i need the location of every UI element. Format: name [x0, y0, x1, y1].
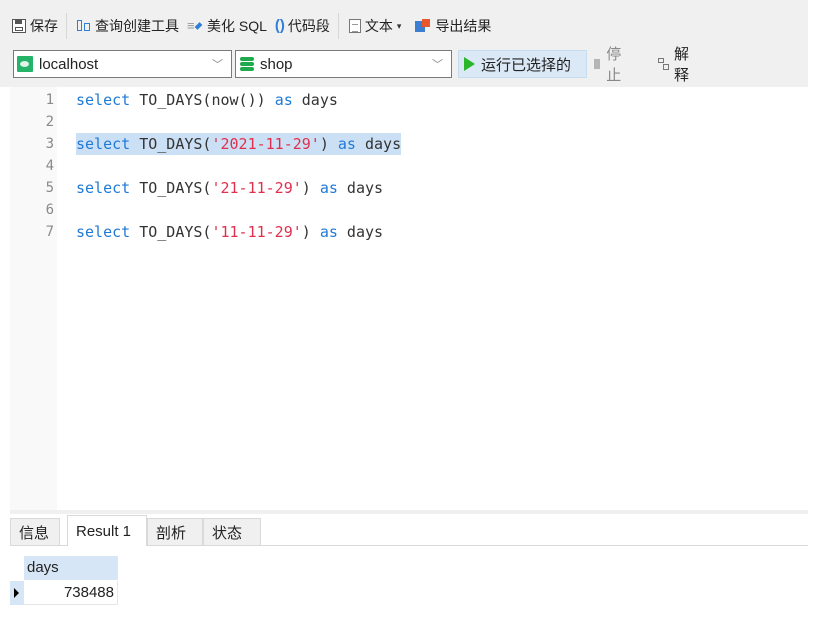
sql-text: TO_DAYS(: [130, 223, 212, 241]
line-number: 3: [45, 136, 54, 152]
code-text: select TO_DAYS('11-11-29') as days: [76, 221, 383, 243]
line-number: 5: [45, 180, 54, 196]
beautify-sql-label: 美化 SQL: [207, 18, 267, 34]
code-snippet-label: 代码段: [287, 18, 330, 34]
sql-text: TO_DAYS(: [130, 179, 212, 197]
mysql-connection-icon: [17, 56, 33, 72]
code-text: select TO_DAYS('21-11-29') as days: [76, 177, 383, 199]
code-line[interactable]: 7 select TO_DAYS('11-11-29') as days: [0, 221, 808, 243]
run-selected-label: 运行已选择的: [481, 56, 572, 74]
toolbar: 保存 查询创建工具 ≡ 美化 SQL () 代码段 文本 ▾ 导出结果 loca…: [0, 0, 808, 87]
sql-text: ): [301, 179, 320, 197]
query-builder-button[interactable]: 查询创建工具: [73, 15, 183, 37]
tab-label: Result 1: [76, 522, 132, 540]
line-number: 7: [45, 224, 54, 240]
database-icon: [240, 56, 254, 72]
explain-label: 解释: [674, 46, 690, 84]
sql-string: '21-11-29': [211, 179, 302, 197]
results-tabs: 信息 Result 1 剖析 状态: [10, 515, 808, 546]
save-label: 保存: [30, 18, 58, 34]
sql-keyword: select: [76, 179, 131, 197]
code-line[interactable]: 3 select TO_DAYS('2021-11-29') as days: [0, 133, 808, 155]
line-number: 2: [45, 114, 54, 130]
database-value: shop: [260, 55, 293, 73]
sql-keyword: select: [76, 91, 131, 109]
beautify-sql-button[interactable]: ≡ 美化 SQL: [183, 15, 271, 37]
save-icon: [12, 19, 26, 33]
sql-keyword: select: [76, 135, 131, 153]
connection-select[interactable]: localhost ﹀: [13, 50, 232, 78]
text-mode-button[interactable]: 文本 ▾: [345, 15, 412, 37]
sql-text: days: [337, 179, 384, 197]
sql-keyword: as: [319, 223, 338, 241]
chevron-down-icon: ﹀: [212, 59, 223, 71]
code-snippet-icon: (): [274, 17, 285, 34]
connection-value: localhost: [39, 55, 99, 73]
row-header[interactable]: [10, 581, 24, 605]
beautify-icon: ≡: [187, 19, 203, 33]
tab-status[interactable]: 状态: [203, 518, 261, 545]
code-line[interactable]: 5 select TO_DAYS('21-11-29') as days: [0, 177, 808, 199]
text-mode-label: 文本: [364, 18, 393, 34]
query-builder-icon: [77, 19, 91, 33]
code-snippet-button[interactable]: () 代码段: [271, 15, 334, 37]
export-icon: [415, 19, 431, 33]
export-results-label: 导出结果: [435, 18, 492, 34]
tab-profile[interactable]: 剖析: [147, 518, 203, 545]
query-builder-label: 查询创建工具: [95, 18, 179, 34]
tab-label: 状态: [212, 524, 243, 542]
stop-button[interactable]: 停止: [594, 46, 625, 84]
export-results-button[interactable]: 导出结果: [411, 15, 495, 37]
tab-label: 信息: [19, 524, 50, 542]
sql-editor[interactable]: 1 select TO_DAYS(now()) as days 2 3 select T…: [0, 87, 808, 510]
dropdown-caret-icon[interactable]: ▾: [397, 21, 402, 32]
current-row-indicator-icon: [14, 588, 19, 598]
toolbar-divider: [337, 13, 339, 39]
results-splitter[interactable]: [10, 510, 808, 514]
chevron-down-icon: ﹀: [432, 59, 443, 71]
stop-label: 停止: [606, 46, 622, 84]
explain-button[interactable]: 解释: [658, 46, 689, 84]
column-header-days[interactable]: days: [24, 556, 118, 580]
tab-result-1[interactable]: Result 1: [67, 515, 147, 546]
tab-info[interactable]: 信息: [10, 518, 60, 545]
sql-text: TO_DAYS(now()): [130, 91, 275, 109]
code-line[interactable]: 4: [0, 155, 808, 177]
sql-string: '2021-11-29': [211, 135, 320, 153]
sql-text: ): [319, 135, 338, 153]
play-icon: [464, 57, 475, 71]
code-line[interactable]: 1 select TO_DAYS(now()) as days: [0, 89, 808, 111]
sql-keyword: as: [337, 135, 356, 153]
sql-text: TO_DAYS(: [130, 135, 212, 153]
sql-keyword: as: [274, 91, 293, 109]
database-select[interactable]: shop ﹀: [235, 50, 452, 78]
sql-keyword: select: [76, 223, 131, 241]
line-number: 4: [45, 158, 54, 174]
line-number: 1: [45, 92, 54, 108]
sql-query-window: 保存 查询创建工具 ≡ 美化 SQL () 代码段 文本 ▾ 导出结果 loca…: [0, 0, 808, 628]
line-number: 6: [45, 202, 54, 218]
code-line[interactable]: 2: [0, 111, 808, 133]
explain-icon: [658, 57, 670, 71]
sql-text: days: [337, 223, 384, 241]
toolbar-divider: [66, 13, 67, 39]
toolbar-actions: 保存 查询创建工具 ≡ 美化 SQL () 代码段 文本 ▾ 导出结果: [0, 13, 495, 39]
text-icon: [348, 19, 361, 33]
tab-label: 剖析: [156, 524, 187, 542]
sql-text: days: [355, 135, 402, 153]
stop-icon: [594, 59, 601, 69]
code-text: select TO_DAYS(now()) as days: [76, 89, 338, 111]
save-button[interactable]: 保存: [8, 15, 62, 37]
selected-code-text: select TO_DAYS('2021-11-29') as days: [76, 133, 402, 155]
grid-cell[interactable]: 738488: [24, 581, 118, 605]
grid-corner: [10, 556, 24, 580]
sql-text: ): [301, 223, 320, 241]
sql-text: days: [292, 91, 338, 109]
code-line[interactable]: 6: [0, 199, 808, 221]
run-selected-button[interactable]: 运行已选择的: [458, 50, 587, 78]
sql-string: '11-11-29': [211, 223, 302, 241]
sql-keyword: as: [319, 179, 338, 197]
